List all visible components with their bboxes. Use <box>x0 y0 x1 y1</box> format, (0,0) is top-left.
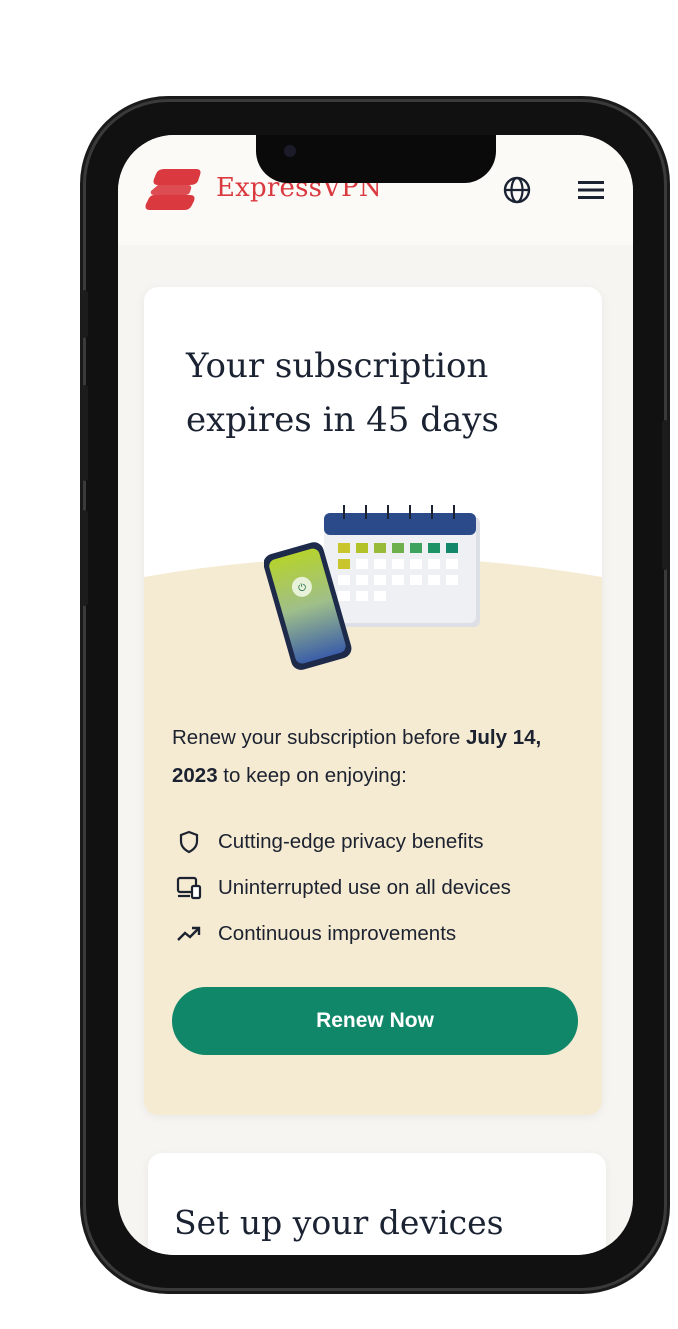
expressvpn-logo-icon[interactable] <box>144 165 202 213</box>
subscription-title: Your subscription expires in 45 days <box>186 339 566 447</box>
title-line-1: Your subscription <box>186 346 489 386</box>
benefit-privacy: Cutting-edge privacy benefits <box>172 819 582 865</box>
intro-prefix: Renew your subscription before <box>172 726 466 749</box>
phone-volume-up <box>82 385 88 481</box>
renew-now-button[interactable]: Renew Now <box>172 987 578 1055</box>
phone-power-button <box>662 420 668 570</box>
phone-volume-down <box>82 510 88 606</box>
benefit-devices: Uninterrupted use on all devices <box>172 865 582 911</box>
setup-devices-card: Set up your devices <box>148 1153 606 1255</box>
shield-icon <box>172 828 206 856</box>
benefit-improvements: Continuous improvements <box>172 911 582 957</box>
subscription-card: Your subscription expires in 45 days ⏻ R… <box>144 287 602 1115</box>
phone-notch <box>256 135 496 183</box>
hamburger-menu-icon[interactable] <box>576 177 606 203</box>
phone-silent-switch <box>82 290 88 338</box>
renewal-intro: Renew your subscription before July 14, … <box>172 719 582 795</box>
benefit-label: Uninterrupted use on all devices <box>218 876 511 899</box>
globe-icon[interactable] <box>502 175 532 205</box>
title-line-2: expires in 45 days <box>186 400 499 440</box>
phone-calendar-illustration: ⏻ <box>264 505 480 670</box>
devices-icon <box>172 874 206 902</box>
front-camera <box>284 145 296 157</box>
benefit-label: Continuous improvements <box>218 922 457 945</box>
benefit-label: Cutting-edge privacy benefits <box>218 830 484 853</box>
trend-up-icon <box>172 920 206 948</box>
benefits-list: Cutting-edge privacy benefits Uninterrup… <box>172 819 582 957</box>
intro-suffix: to keep on enjoying: <box>217 764 407 787</box>
setup-devices-title: Set up your devices <box>174 1203 504 1242</box>
phone-screen: ExpressVPN Your subscription expires in … <box>118 135 633 1255</box>
